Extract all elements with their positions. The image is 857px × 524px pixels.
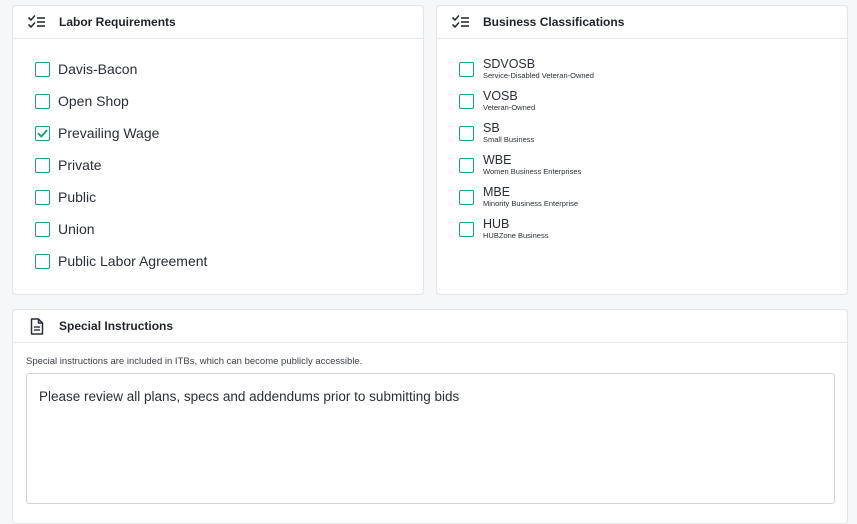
business-checkbox-sb[interactable]	[459, 126, 474, 141]
business-option-sublabel: Minority Business Enterprise	[483, 199, 579, 208]
business-classifications-title: Business Classifications	[483, 15, 625, 29]
special-instructions-header: Special Instructions	[13, 310, 847, 343]
business-option-label[interactable]: SDVOSB	[483, 58, 535, 71]
special-instructions-title: Special Instructions	[59, 319, 174, 333]
business-classifications-card: Business Classifications SDVOSB Service-…	[436, 5, 848, 295]
checklist-icon	[451, 12, 471, 32]
business-checkbox-wbe[interactable]	[459, 158, 474, 173]
labor-checkbox-prevailing-wage[interactable]	[35, 126, 50, 141]
labor-option-label[interactable]: Private	[58, 157, 102, 173]
checklist-icon	[27, 12, 47, 32]
labor-checkbox-union[interactable]	[35, 222, 50, 237]
business-option-label[interactable]: MBE	[483, 186, 510, 199]
labor-requirements-header: Labor Requirements	[13, 6, 423, 39]
labor-requirements-title: Labor Requirements	[59, 15, 176, 29]
labor-option-label[interactable]: Public Labor Agreement	[58, 253, 207, 269]
business-checkbox-vosb[interactable]	[459, 94, 474, 109]
business-option-sublabel: Women Business Enterprises	[483, 167, 582, 176]
labor-checkbox-davis-bacon[interactable]	[35, 62, 50, 77]
labor-option-label[interactable]: Davis-Bacon	[58, 61, 137, 77]
document-icon	[27, 316, 47, 336]
business-option-sublabel: Small Business	[483, 135, 535, 144]
business-option-sublabel: Veteran-Owned	[483, 103, 536, 112]
business-checkbox-hub[interactable]	[459, 222, 474, 237]
checkmark-icon	[37, 129, 48, 138]
labor-option-label[interactable]: Prevailing Wage	[58, 125, 159, 141]
special-instructions-note: Special instructions are included in ITB…	[26, 356, 363, 367]
business-option-label[interactable]: VOSB	[483, 90, 518, 103]
labor-checkbox-public-labor-agreement[interactable]	[35, 254, 50, 269]
labor-option-label[interactable]: Union	[58, 221, 95, 237]
special-instructions-card: Special Instructions Special instruction…	[12, 309, 848, 524]
labor-option-label[interactable]: Public	[58, 189, 96, 205]
special-instructions-textarea[interactable]: Please review all plans, specs and adden…	[26, 373, 835, 504]
labor-checkbox-private[interactable]	[35, 158, 50, 173]
business-option-label[interactable]: WBE	[483, 154, 511, 167]
business-option-sublabel: HUBZone Business	[483, 231, 549, 240]
labor-option-label[interactable]: Open Shop	[58, 93, 129, 109]
business-checkbox-sdvosb[interactable]	[459, 62, 474, 77]
business-option-label[interactable]: HUB	[483, 218, 509, 231]
business-option-label[interactable]: SB	[483, 122, 500, 135]
labor-checkbox-public[interactable]	[35, 190, 50, 205]
labor-requirements-card: Labor Requirements Davis-Bacon Open Shop…	[12, 5, 424, 295]
special-instructions-value: Please review all plans, specs and adden…	[39, 389, 460, 404]
labor-checkbox-open-shop[interactable]	[35, 94, 50, 109]
business-checkbox-mbe[interactable]	[459, 190, 474, 205]
business-classifications-header: Business Classifications	[437, 6, 847, 39]
business-option-sublabel: Service-Disabled Veteran-Owned	[483, 71, 594, 80]
